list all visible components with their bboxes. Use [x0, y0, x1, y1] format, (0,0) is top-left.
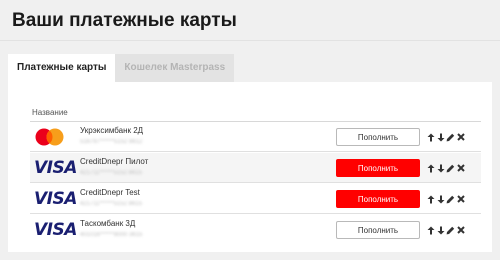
arrow-up-icon[interactable] — [426, 223, 435, 237]
page-title: Ваши платежные карты — [12, 10, 237, 31]
row-actions — [426, 223, 466, 237]
topup-button[interactable]: Пополнить — [336, 190, 420, 208]
card-name: CreditDnepr Пилот — [80, 157, 149, 166]
pencil-icon[interactable] — [446, 161, 455, 175]
card-number-masked: 421711******5152 8615 — [80, 201, 142, 207]
arrow-up-icon[interactable] — [426, 192, 435, 206]
tab-bar: Платежные карты Кошелек Masterpass — [8, 54, 235, 82]
visa-logo: VISA — [34, 189, 77, 209]
arrow-down-icon[interactable] — [436, 223, 445, 237]
arrow-down-icon[interactable] — [436, 192, 445, 206]
pencil-icon[interactable] — [446, 192, 455, 206]
topup-button[interactable]: Пополнить — [336, 128, 420, 146]
visa-logo: VISA — [34, 158, 77, 178]
topup-button[interactable]: Пополнить — [336, 221, 420, 239]
card-row: VISA CreditDnepr Test 421711******5152 8… — [30, 184, 481, 214]
row-actions — [426, 161, 466, 175]
row-actions — [426, 130, 466, 144]
card-row: VISA CreditDnepr Пилот 421711******5152 … — [30, 153, 481, 183]
arrow-down-icon[interactable] — [436, 161, 445, 175]
arrow-up-icon[interactable] — [426, 130, 435, 144]
row-divider — [30, 151, 481, 152]
cards-panel: Название Укрэксимбанк 2Д 516797******515… — [8, 82, 492, 252]
row-divider — [30, 182, 481, 183]
row-actions — [426, 192, 466, 206]
arrow-down-icon[interactable] — [436, 130, 445, 144]
card-number-masked: 516797******5152 8612 — [80, 139, 143, 145]
close-icon[interactable] — [456, 192, 465, 206]
card-row: VISA Таскомбанк 3Д 401016******8000 3615… — [30, 215, 481, 245]
title-divider — [0, 40, 500, 41]
tab-masterpass-wallet[interactable]: Кошелек Masterpass — [115, 54, 235, 82]
card-row: Укрэксимбанк 2Д 516797******5152 8612 По… — [30, 122, 481, 152]
arrow-up-icon[interactable] — [426, 161, 435, 175]
visa-logo: VISA — [34, 220, 77, 240]
pencil-icon[interactable] — [446, 130, 455, 144]
card-number-masked: 421711******5152 8615 — [80, 170, 142, 176]
row-divider — [30, 213, 481, 214]
mastercard-logo — [32, 126, 78, 148]
column-header-name: Название — [32, 108, 68, 117]
topup-button[interactable]: Пополнить — [336, 159, 420, 177]
card-number-masked: 401016******8000 3615 — [80, 232, 143, 238]
close-icon[interactable] — [456, 130, 465, 144]
card-name: Укрэксимбанк 2Д — [80, 126, 144, 135]
close-icon[interactable] — [456, 161, 465, 175]
pencil-icon[interactable] — [446, 223, 455, 237]
tab-payment-cards[interactable]: Платежные карты — [8, 54, 116, 82]
card-name: Таскомбанк 3Д — [80, 219, 136, 228]
card-name: CreditDnepr Test — [80, 188, 140, 197]
close-icon[interactable] — [456, 223, 465, 237]
